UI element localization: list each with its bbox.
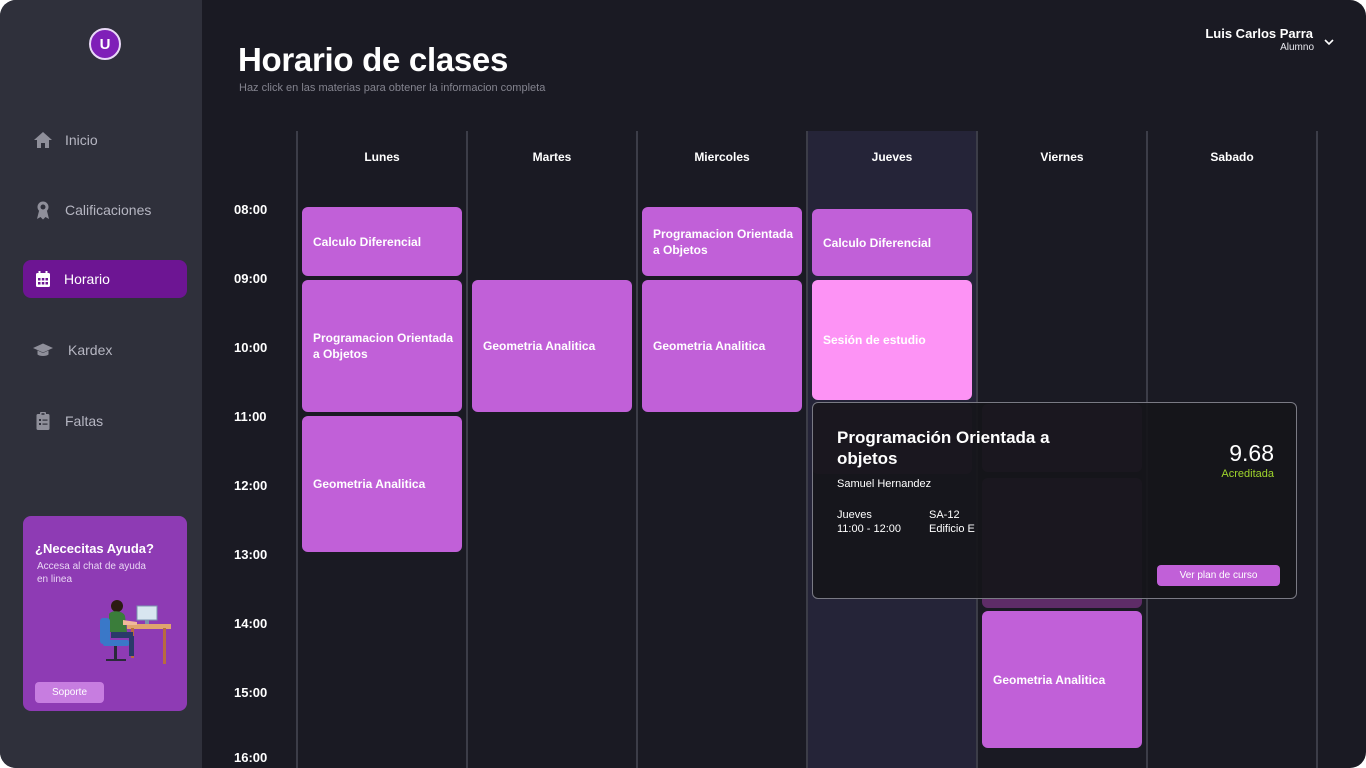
sidebar-item-inicio[interactable]: Inicio (23, 121, 187, 159)
sidebar-item-horario[interactable]: Horario (23, 260, 187, 298)
grid-line (296, 131, 298, 768)
help-title: ¿Nececitas Ayuda? (35, 541, 154, 556)
app-window: U Inicio Calificaciones Horario Kardex F… (0, 0, 1366, 768)
course-plan-button[interactable]: Ver plan de curso (1157, 565, 1280, 586)
popup-building: Edificio E (929, 523, 975, 535)
page-subtitle: Haz click en las materias para obtener l… (239, 82, 546, 94)
page-title: Horario de clases (238, 41, 509, 78)
time-label: 16:00 (234, 750, 268, 765)
sidebar-item-faltas[interactable]: Faltas (23, 402, 187, 440)
sidebar-item-label: Faltas (65, 413, 104, 429)
popup-day: Jueves (837, 509, 872, 521)
day-header-sabado: Sabado (1210, 150, 1254, 164)
day-header-miercoles: Miercoles (694, 150, 750, 164)
class-block[interactable]: Calculo Diferencial (302, 207, 462, 276)
grid-line (466, 131, 468, 768)
popup-title: Programación Orientada a objetos (837, 428, 1050, 468)
day-header-martes: Martes (532, 150, 572, 164)
sidebar-item-label: Kardex (68, 342, 113, 358)
time-label: 13:00 (234, 547, 268, 562)
grid-line (1316, 131, 1318, 768)
sidebar-item-calificaciones[interactable]: Calificaciones (23, 191, 187, 229)
popup-grade: 9.68 (1229, 440, 1274, 466)
class-block[interactable]: Geometria Analitica (302, 416, 462, 552)
help-text: Accesa al chat de ayuda en linea (37, 561, 146, 585)
grid-line (636, 131, 638, 768)
time-label: 14:00 (234, 616, 268, 631)
class-block[interactable]: Programacion Orientada a Objetos (302, 280, 462, 412)
time-label: 15:00 (234, 685, 268, 700)
study-session-block[interactable]: Sesión de estudio (812, 280, 972, 400)
help-card: ¿Nececitas Ayuda? Accesa al chat de ayud… (23, 516, 187, 711)
time-label: 10:00 (234, 340, 268, 355)
chevron-down-icon[interactable] (1322, 36, 1336, 48)
sidebar-item-label: Inicio (65, 132, 98, 148)
time-label: 09:00 (234, 271, 268, 286)
time-label: 12:00 (234, 478, 268, 493)
class-block[interactable]: Geometria Analitica (472, 280, 632, 412)
university-logo[interactable]: U (89, 28, 121, 60)
support-illustration (100, 600, 171, 664)
class-block[interactable]: Geometria Analitica (642, 280, 802, 412)
support-button[interactable]: Soporte (35, 682, 104, 703)
sidebar-item-kardex[interactable]: Kardex (23, 331, 187, 369)
day-header-jueves: Jueves (871, 150, 913, 164)
time-label: 08:00 (234, 202, 268, 217)
popup-teacher: Samuel Hernandez (837, 478, 932, 490)
sidebar-item-label: Calificaciones (65, 202, 152, 218)
popup-status: Acreditada (1221, 468, 1274, 480)
user-role: Alumno (1280, 42, 1314, 53)
graduation-cap-icon (33, 343, 53, 356)
class-block[interactable]: Geometria Analitica (982, 611, 1142, 748)
popup-time: 11:00 - 12:00 (837, 523, 902, 535)
day-header-lunes: Lunes (364, 150, 400, 164)
award-icon (37, 201, 49, 220)
grid-line (806, 131, 808, 768)
home-icon (34, 132, 52, 148)
sidebar-item-label: Horario (64, 271, 110, 287)
popup-room: SA-12 (929, 509, 960, 521)
user-name[interactable]: Luis Carlos Parra (1205, 26, 1313, 41)
time-label: 11:00 (234, 409, 267, 424)
class-block[interactable]: Programacion Orientada a Objetos (642, 207, 802, 276)
class-detail-popup: Programación Orientada a objetos Samuel … (812, 402, 1297, 599)
calendar-icon (36, 271, 50, 287)
sidebar: U Inicio Calificaciones Horario Kardex F… (0, 0, 202, 768)
day-header-viernes: Viernes (1040, 150, 1084, 164)
class-block[interactable]: Calculo Diferencial (812, 209, 972, 276)
clipboard-icon (36, 412, 50, 430)
